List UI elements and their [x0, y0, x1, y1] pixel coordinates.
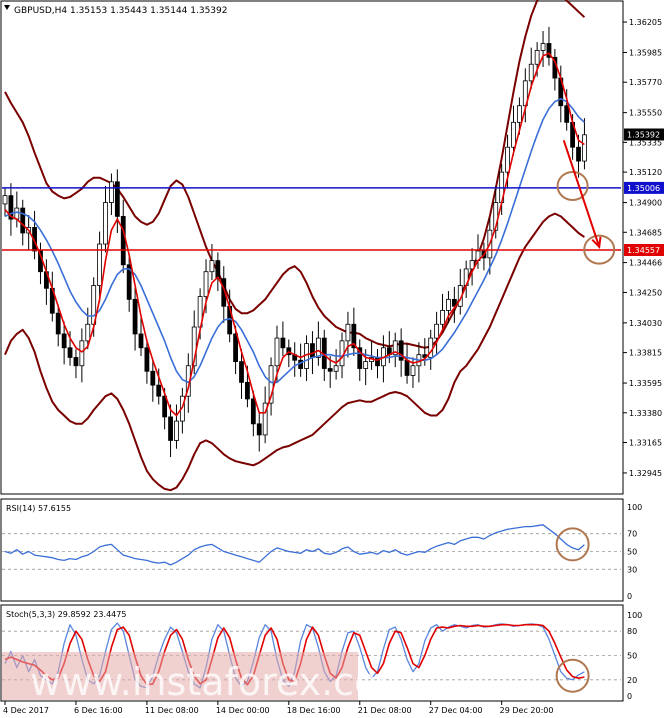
price-tick-label: 1.35120 [629, 168, 662, 177]
candle-body [144, 347, 150, 372]
candle-body [540, 43, 546, 51]
red-level-price-label: 1.34557 [627, 246, 660, 255]
candle-body [85, 323, 91, 342]
candle-body [280, 337, 286, 349]
candle-body [582, 134, 587, 162]
candle-body [256, 423, 262, 436]
rsi-panel-frame [0, 498, 624, 602]
candle-body [239, 361, 244, 383]
candle-body [168, 416, 173, 441]
price-axis: 1.362051.359851.357701.355501.353351.351… [623, 18, 664, 701]
rsi-axis-label: 0 [627, 592, 632, 601]
price-tick-label: 1.34466 [629, 259, 662, 268]
stoch-axis-label: 20 [627, 676, 637, 685]
price-tick-label: 1.34250 [629, 288, 662, 297]
rsi-axis-label: 100 [627, 503, 642, 512]
stoch-axis-label: 80 [627, 627, 637, 636]
candle-body [505, 146, 510, 173]
candle-body [203, 271, 209, 297]
time-tick-label: 18 Dec 16:00 [287, 706, 341, 715]
candle-body [114, 181, 120, 217]
candle-body [14, 207, 20, 220]
candle-body [120, 215, 126, 266]
current-price-label: 1.35392 [627, 131, 660, 140]
price-tick-label: 1.33815 [629, 349, 662, 358]
price-tick-label: 1.35770 [629, 78, 662, 87]
time-tick-label: 14 Dec 00:00 [216, 706, 270, 715]
stoch-axis-label: 50 [627, 652, 637, 661]
candle-body [398, 340, 404, 361]
time-tick-label: 11 Dec 08:00 [145, 706, 199, 715]
price-chart: 1.362051.359851.357701.355501.353351.351… [0, 0, 664, 715]
price-tick-label: 1.33595 [629, 379, 662, 388]
price-tick-label: 1.36205 [629, 18, 662, 27]
candle-body [576, 146, 581, 162]
candle-body [440, 310, 445, 325]
candle-body [564, 105, 570, 123]
candle-body [245, 381, 250, 400]
price-tick-label: 1.34030 [629, 319, 662, 328]
candle-body [209, 260, 215, 273]
time-tick-label: 29 Dec 20:00 [500, 706, 554, 715]
candle-body [61, 333, 67, 349]
candle-body [363, 361, 369, 369]
price-tick-label: 1.32945 [629, 469, 662, 478]
rsi-axis-label: 30 [627, 565, 637, 574]
candle-body [215, 260, 221, 280]
candle-body [528, 63, 534, 82]
candle-body [327, 368, 333, 372]
price-tick-label: 1.33380 [629, 409, 662, 418]
candle-body [274, 337, 280, 367]
blue-level-price-label: 1.35006 [627, 184, 660, 193]
rsi-axis-label: 70 [627, 530, 637, 539]
time-tick-label: 21 Dec 08:00 [358, 706, 412, 715]
candle-body [511, 121, 516, 148]
stoch-axis-label: 0 [627, 692, 632, 701]
candle-body [73, 357, 79, 367]
rsi-label: RSI(14) 57.6155 [6, 504, 71, 513]
time-tick-label: 4 Dec 2017 [3, 706, 49, 715]
candle-body [315, 337, 321, 358]
candle-body [410, 365, 416, 376]
price-tick-label: 1.34900 [629, 199, 662, 208]
candle-body [67, 347, 73, 358]
candle-body [20, 207, 26, 234]
candle-body [138, 333, 144, 349]
candle-body [79, 340, 85, 367]
candle-body [55, 312, 61, 335]
rsi-axis-label: 50 [627, 548, 637, 557]
price-tick-label: 1.33165 [629, 439, 662, 448]
candle-body [250, 398, 256, 425]
candle-body [516, 105, 522, 123]
candle-body [103, 202, 108, 245]
candle-body [156, 384, 162, 397]
time-tick-label: 6 Dec 16:00 [74, 706, 123, 715]
candle-body [333, 365, 339, 372]
candle-body [534, 50, 540, 65]
candle-body [404, 359, 410, 376]
candle-body [109, 181, 114, 203]
candle-body [310, 343, 315, 358]
candle-body [446, 298, 451, 311]
stoch-axis-label: 100 [627, 611, 642, 620]
candle-body [150, 370, 156, 386]
time-tick-label: 27 Dec 04:00 [429, 706, 483, 715]
candle-body [434, 323, 440, 339]
watermark-text: www.instaforex.com [30, 660, 414, 704]
candle-body [2, 195, 8, 205]
watermark: www.instaforex.com [2, 652, 414, 704]
price-tick-label: 1.34685 [629, 228, 662, 237]
candle-body [174, 420, 179, 441]
price-tick-label: 1.35985 [629, 48, 662, 57]
candle-body [345, 323, 351, 342]
candle-body [132, 298, 138, 335]
price-tick-label: 1.35550 [629, 109, 662, 118]
instrument-header: GBPUSD,H4 1.35153 1.35443 1.35144 1.3539… [14, 6, 227, 16]
stoch-label: Stoch(5,3,3) 29.8592 23.4475 [6, 610, 126, 619]
